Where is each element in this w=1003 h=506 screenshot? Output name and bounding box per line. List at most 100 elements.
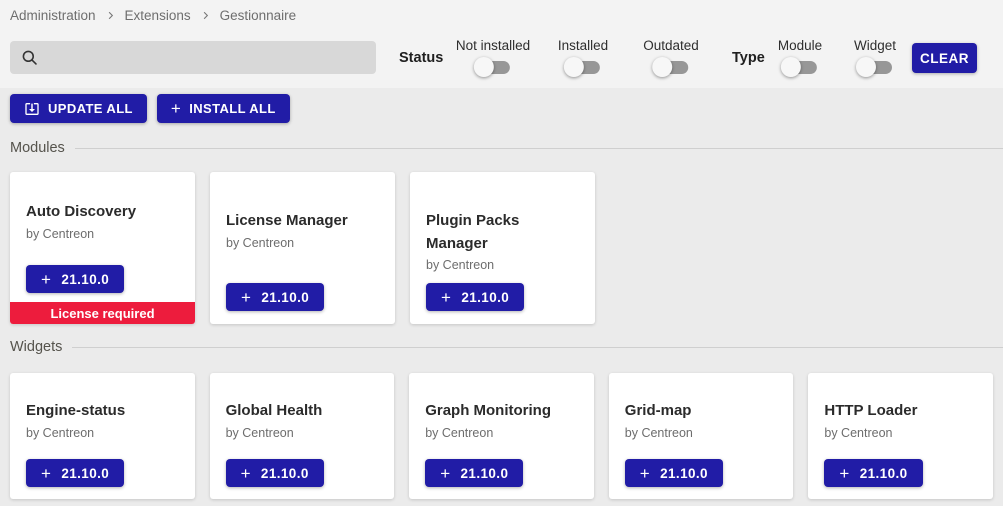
widgets-section-header: Widgets	[10, 338, 1003, 356]
plus-icon: +	[839, 465, 849, 482]
update-all-button[interactable]: UPDATE ALL	[10, 94, 147, 123]
plus-icon: +	[241, 465, 251, 482]
install-version-button[interactable]: + 21.10.0	[226, 459, 324, 487]
not-installed-switch[interactable]	[474, 57, 512, 77]
card-author: by Centreon	[226, 426, 294, 440]
filter-installed: Installed	[558, 38, 608, 77]
card-author: by Centreon	[824, 426, 892, 440]
plus-icon: +	[241, 289, 251, 306]
widget-label: Widget	[854, 38, 896, 53]
plus-icon: +	[41, 271, 51, 288]
search-box[interactable]	[10, 41, 376, 74]
module-switch[interactable]	[781, 57, 819, 77]
card-author: by Centreon	[26, 227, 94, 241]
modules-cards-row: Auto Discovery by Centreon + 21.10.0 Lic…	[10, 172, 993, 324]
bulk-actions: UPDATE ALL + INSTALL ALL	[10, 94, 1003, 123]
plus-icon: +	[171, 100, 181, 117]
module-label: Module	[778, 38, 822, 53]
section-divider	[72, 347, 1003, 348]
breadcrumb-item-administration[interactable]: Administration	[10, 8, 96, 23]
switch-knob	[652, 57, 672, 77]
filter-outdated: Outdated	[643, 38, 699, 77]
switch-knob	[474, 57, 494, 77]
card-author: by Centreon	[426, 258, 494, 272]
install-version-button[interactable]: + 21.10.0	[425, 459, 523, 487]
card-license-manager[interactable]: License Manager by Centreon + 21.10.0	[210, 172, 395, 324]
plus-icon: +	[640, 465, 650, 482]
card-plugin-packs-manager[interactable]: Plugin Packs Manager by Centreon + 21.10…	[410, 172, 595, 324]
search-input[interactable]	[47, 50, 366, 66]
section-title: Modules	[10, 140, 65, 156]
status-filter-label: Status	[399, 50, 443, 66]
card-graph-monitoring[interactable]: Graph Monitoring by Centreon + 21.10.0	[409, 373, 594, 499]
card-author: by Centreon	[625, 426, 693, 440]
install-version-button[interactable]: + 21.10.0	[824, 459, 922, 487]
update-all-label: UPDATE ALL	[48, 101, 133, 116]
card-title: License Manager	[226, 210, 348, 233]
card-http-loader[interactable]: HTTP Loader by Centreon + 21.10.0	[808, 373, 993, 499]
widget-switch[interactable]	[856, 57, 894, 77]
chevron-right-icon	[105, 10, 116, 21]
version-label: 21.10.0	[660, 466, 708, 481]
card-body: Auto Discovery by Centreon + 21.10.0	[10, 172, 195, 302]
card-title: Plugin Packs Manager	[426, 210, 579, 255]
install-all-button[interactable]: + INSTALL ALL	[157, 94, 290, 123]
clear-button[interactable]: CLEAR	[912, 43, 977, 73]
card-body: Grid-map by Centreon + 21.10.0	[609, 373, 794, 499]
switch-knob	[781, 57, 801, 77]
section-title: Widgets	[10, 339, 62, 355]
plus-icon: +	[441, 289, 451, 306]
install-version-button[interactable]: + 21.10.0	[226, 283, 324, 311]
card-auto-discovery[interactable]: Auto Discovery by Centreon + 21.10.0 Lic…	[10, 172, 195, 324]
card-author: by Centreon	[26, 426, 94, 440]
install-version-button[interactable]: + 21.10.0	[26, 265, 124, 293]
system-update-icon	[24, 101, 40, 117]
card-title: Engine-status	[26, 400, 125, 423]
filter-not-installed: Not installed	[456, 38, 530, 77]
filter-module: Module	[778, 38, 822, 77]
plus-icon: +	[41, 465, 51, 482]
outdated-switch[interactable]	[652, 57, 690, 77]
card-title: Global Health	[226, 400, 323, 423]
breadcrumb-item-gestionnaire[interactable]: Gestionnaire	[220, 8, 297, 23]
card-global-health[interactable]: Global Health by Centreon + 21.10.0	[210, 373, 395, 499]
card-body: Graph Monitoring by Centreon + 21.10.0	[409, 373, 594, 499]
switch-knob	[564, 57, 584, 77]
card-title: Graph Monitoring	[425, 400, 551, 423]
license-required-badge: License required	[10, 302, 195, 324]
modules-section-header: Modules	[10, 139, 1003, 157]
version-label: 21.10.0	[61, 466, 109, 481]
card-title: Grid-map	[625, 400, 692, 423]
version-label: 21.10.0	[860, 466, 908, 481]
breadcrumb-item-extensions[interactable]: Extensions	[125, 8, 191, 23]
chevron-right-icon	[200, 10, 211, 21]
install-all-label: INSTALL ALL	[189, 101, 275, 116]
version-label: 21.10.0	[461, 466, 509, 481]
version-label: 21.10.0	[261, 466, 309, 481]
card-body: HTTP Loader by Centreon + 21.10.0	[808, 373, 993, 499]
card-grid-map[interactable]: Grid-map by Centreon + 21.10.0	[609, 373, 794, 499]
install-version-button[interactable]: + 21.10.0	[26, 459, 124, 487]
install-version-button[interactable]: + 21.10.0	[625, 459, 723, 487]
version-label: 21.10.0	[61, 272, 109, 287]
install-version-button[interactable]: + 21.10.0	[426, 283, 524, 311]
outdated-label: Outdated	[643, 38, 699, 53]
card-title: Auto Discovery	[26, 201, 136, 224]
breadcrumb: Administration Extensions Gestionnaire	[0, 0, 1003, 24]
not-installed-label: Not installed	[456, 38, 530, 53]
version-label: 21.10.0	[261, 290, 309, 305]
card-body: License Manager by Centreon + 21.10.0	[210, 172, 395, 324]
installed-label: Installed	[558, 38, 608, 53]
card-engine-status[interactable]: Engine-status by Centreon + 21.10.0	[10, 373, 195, 499]
card-author: by Centreon	[226, 236, 294, 250]
filter-toolbar: Status Not installed Installed Outdated …	[0, 36, 1003, 82]
card-title: HTTP Loader	[824, 400, 917, 423]
extensions-manager-page: Administration Extensions Gestionnaire S…	[0, 0, 1003, 506]
section-divider	[75, 148, 1003, 149]
plus-icon: +	[440, 465, 450, 482]
search-icon	[20, 48, 39, 67]
card-author: by Centreon	[425, 426, 493, 440]
card-body: Engine-status by Centreon + 21.10.0	[10, 373, 195, 499]
switch-knob	[856, 57, 876, 77]
installed-switch[interactable]	[564, 57, 602, 77]
